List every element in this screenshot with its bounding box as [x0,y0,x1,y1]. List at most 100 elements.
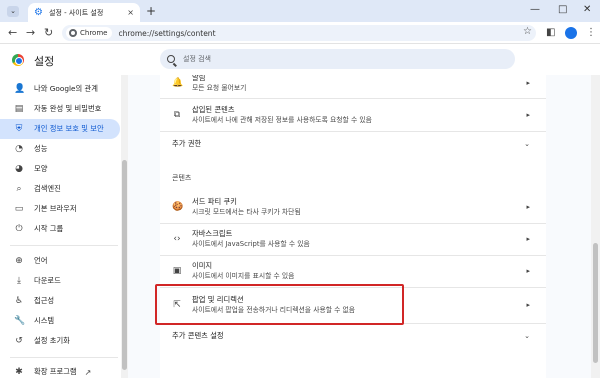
row-subtitle: 모든 요청 물어보기 [192,84,247,92]
sidebar-item-label: 시작 그룹 [34,224,64,233]
settings-search[interactable] [160,49,515,69]
search-icon [167,55,175,63]
reload-button[interactable]: ↻ [44,26,53,39]
minimize-button[interactable]: — [530,4,540,16]
sidebar-item-privacy-security[interactable]: ⛨ 개인 정보 보호 및 보안 [0,119,120,139]
chevron-down-icon: ⌄ [524,140,530,148]
chrome-logo-icon [12,54,24,66]
sidebar-item-label: 확장 프로그램 [34,367,77,376]
maximize-button[interactable]: □ [558,4,567,16]
sidebar-item-label: 자동 완성 및 비밀번호 [34,104,102,113]
sidebar-item-you-and-google[interactable]: 👤 나와 Google의 관계 [0,79,120,99]
sidebar-item-label: 모양 [34,164,48,173]
new-tab-button[interactable]: + [146,4,156,18]
row-subtitle: 시크릿 모드에서는 타사 쿠키가 차단됨 [192,208,301,216]
chevron-right-icon: ▸ [526,235,530,243]
shield-icon: ⛨ [15,124,23,134]
download-icon: ⤓ [17,276,21,286]
row-more-content-settings[interactable]: 추가 콘텐츠 설정 ⌄ [160,324,546,348]
sidebar-item-autofill[interactable]: ▤ 자동 완성 및 비밀번호 [0,99,120,119]
external-link-icon: ↗ [84,367,92,377]
page-title: 설정 [34,55,55,68]
chevron-right-icon: ▸ [526,79,530,87]
row-embedded-content[interactable]: ⧉ 삽입된 콘텐츠 사이트에서 나에 관해 저장된 정보를 사용하도록 요청할 … [160,100,546,130]
row-title: 삽입된 콘텐츠 [192,105,235,114]
power-icon: ⏻ [15,224,23,234]
settings-header: 설정 [0,45,600,75]
sidebar-item-label: 접근성 [34,296,55,305]
sidebar-item-system[interactable]: 🔧 시스템 [0,311,120,331]
search-icon: ⌕ [16,184,22,194]
sidebar-item-downloads[interactable]: ⤓ 다운로드 [0,271,120,291]
site-info-chip[interactable]: Chrome [66,27,113,39]
popup-icon: ⇱ [173,300,181,310]
tab-title: 설정 - 사이트 설정 [49,8,104,17]
bookmark-star-icon[interactable]: ☆ [523,26,532,37]
chevron-right-icon: ▸ [526,301,530,309]
sidebar-item-on-startup[interactable]: ⏻ 시작 그룹 [0,219,120,239]
main-scrollbar[interactable] [591,75,600,378]
row-title: 추가 콘텐츠 설정 [172,331,224,340]
address-bar[interactable]: Chrome chrome://settings/content ☆ [62,25,536,41]
main-scroll-thumb[interactable] [593,243,598,363]
forward-button[interactable]: → [26,26,35,39]
sidebar-item-label: 다운로드 [34,276,61,285]
row-subtitle: 사이트에서 팝업을 전송하거나 리디렉션을 사용할 수 없음 [192,306,356,314]
tab-search-button[interactable]: ⌄ [7,6,19,17]
row-popups-redirects[interactable]: ⇱ 팝업 및 리디렉션 사이트에서 팝업을 전송하거나 리디렉션을 사용할 수 … [160,289,546,321]
sidebar-item-label: 설정 초기화 [34,336,70,345]
sidebar-item-search-engine[interactable]: ⌕ 검색엔진 [0,179,120,199]
sidebar-item-label: 성능 [34,144,48,153]
sidebar-scroll-thumb[interactable] [122,160,127,370]
menu-icon[interactable]: ⋮ [586,27,596,39]
chrome-icon [69,29,77,37]
sidebar-divider [10,245,118,246]
row-images[interactable]: ▣ 이미지 사이트에서 이미지를 표시할 수 있음 ▸ [160,256,546,286]
row-divider [160,287,546,288]
url-text[interactable]: chrome://settings/content [118,29,215,38]
reset-icon: ↺ [15,336,23,346]
accessibility-icon: ♿ [14,296,24,306]
browser-toolbar: ← → ↻ Chrome chrome://settings/content ☆… [0,22,600,44]
chevron-right-icon: ▸ [526,267,530,275]
back-button[interactable]: ← [8,26,17,39]
row-subtitle: 사이트에서 이미지를 표시할 수 있음 [192,272,295,280]
row-title: 서드 파티 쿠키 [192,197,237,206]
row-subtitle: 사이트에서 JavaScript를 사용할 수 있음 [192,240,310,248]
close-window-button[interactable]: ✕ [583,4,591,16]
side-panel-icon[interactable]: ◧ [546,27,555,39]
sidebar-item-extensions[interactable]: ✱ 확장 프로그램 ↗ [0,362,120,378]
row-javascript[interactable]: ‹› 자바스크립트 사이트에서 JavaScript를 사용할 수 있음 ▸ [160,224,546,254]
row-title: 자바스크립트 [192,229,233,238]
extension-icon: ✱ [15,367,23,377]
sidebar-scrollbar[interactable] [121,75,128,378]
sidebar-item-reset-settings[interactable]: ↺ 설정 초기화 [0,331,120,351]
tab-close-icon[interactable]: × [127,8,134,17]
person-icon: 👤 [14,84,26,94]
active-tab[interactable]: ⚙ 설정 - 사이트 설정 × [28,3,140,22]
speedometer-icon: ◔ [15,144,23,154]
row-third-party-cookies[interactable]: 🍪 서드 파티 쿠키 시크릿 모드에서는 타사 쿠키가 차단됨 ▸ [160,192,546,222]
profile-avatar[interactable] [565,27,577,39]
site-chip-label: Chrome [80,29,108,37]
main-content: 🔔 알림 모든 요청 물어보기 ▸ ⧉ 삽입된 콘텐츠 사이트에서 나에 관해 … [128,75,591,378]
row-more-permissions[interactable]: 추가 권한 ⌄ [160,132,546,156]
clipboard-icon: ▤ [14,104,24,114]
row-notifications[interactable]: 🔔 알림 모든 요청 물어보기 ▸ [160,75,546,95]
code-icon: ‹› [173,234,181,244]
sidebar-item-default-browser[interactable]: ▭ 기본 브라우저 [0,199,120,219]
sidebar-item-performance[interactable]: ◔ 성능 [0,139,120,159]
sidebar-item-label: 시스템 [34,316,55,325]
sidebar-item-languages[interactable]: ⊕ 언어 [0,251,120,271]
sidebar-item-accessibility[interactable]: ♿ 접근성 [0,291,120,311]
sidebar-item-label: 기본 브라우저 [34,204,77,213]
globe-icon: ⊕ [15,256,23,266]
chevron-right-icon: ▸ [526,111,530,119]
section-heading-content: 콘텐츠 [172,174,192,182]
bell-icon: 🔔 [172,78,184,88]
row-title: 팝업 및 리디렉션 [192,295,244,304]
sidebar-item-appearance[interactable]: ◕ 모양 [0,159,120,179]
chevron-right-icon: ▸ [526,203,530,211]
sidebar-item-label: 검색엔진 [34,184,61,193]
search-input[interactable] [183,55,483,63]
